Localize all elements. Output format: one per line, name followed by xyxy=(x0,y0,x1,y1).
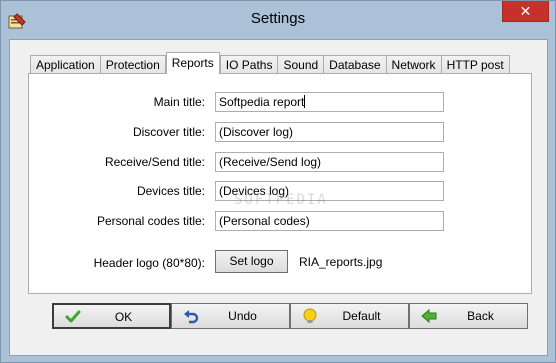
watermark: SOFTPEDIA xyxy=(234,192,328,208)
close-button[interactable]: ✕ xyxy=(502,1,549,22)
tab-io-paths[interactable]: IO Paths xyxy=(219,55,279,74)
personal-codes-title-field[interactable]: (Personal codes) xyxy=(215,211,444,231)
text-caret xyxy=(304,95,306,108)
tab-database[interactable]: Database xyxy=(323,55,387,74)
ok-button[interactable]: OK xyxy=(52,303,171,329)
main-title-label: Main title: xyxy=(153,95,205,109)
reports-panel: Main title: Softpedia report Discover ti… xyxy=(28,73,532,294)
header-logo-label: Header logo (80*80): xyxy=(93,256,205,270)
settings-tabs: Application Protection Reports IO Paths … xyxy=(30,52,510,74)
ok-button-label: OK xyxy=(114,310,133,324)
settings-window: Settings ✕ Application Protection Report… xyxy=(0,0,556,363)
tab-reports[interactable]: Reports xyxy=(165,52,220,74)
window-title: Settings xyxy=(250,10,306,27)
tab-sound[interactable]: Sound xyxy=(277,55,325,74)
receive-send-title-label: Receive/Send title: xyxy=(104,155,205,169)
default-button[interactable]: Default xyxy=(290,303,409,329)
set-logo-button[interactable]: Set logo xyxy=(215,250,288,273)
default-button-label: Default xyxy=(342,309,381,323)
checkmark-icon xyxy=(65,310,81,323)
personal-codes-title-label: Personal codes title: xyxy=(96,214,205,228)
devices-title-label: Devices title: xyxy=(136,184,205,198)
settings-dialog-body: Application Protection Reports IO Paths … xyxy=(9,39,548,356)
logo-file-name: RIA_reports.jpg xyxy=(299,255,383,269)
receive-send-title-field[interactable]: (Receive/Send log) xyxy=(215,152,444,172)
tab-http-post[interactable]: HTTP post xyxy=(440,55,510,74)
lightbulb-icon xyxy=(303,308,317,323)
back-button[interactable]: Back xyxy=(409,303,528,329)
tab-application[interactable]: Application xyxy=(30,55,101,74)
undo-button-label: Undo xyxy=(228,309,257,323)
discover-title-field[interactable]: (Discover log) xyxy=(215,122,444,142)
main-title-field[interactable]: Softpedia report xyxy=(215,92,444,112)
discover-title-label: Discover title: xyxy=(132,125,205,139)
undo-button[interactable]: Undo xyxy=(171,303,290,329)
tab-network[interactable]: Network xyxy=(385,55,442,74)
back-arrow-icon xyxy=(421,308,437,324)
tab-protection[interactable]: Protection xyxy=(99,55,166,74)
undo-arrow-icon xyxy=(184,310,199,324)
title-bar[interactable]: Settings ✕ xyxy=(1,1,555,39)
main-title-value: Softpedia report xyxy=(219,95,305,109)
back-button-label: Back xyxy=(467,309,494,323)
